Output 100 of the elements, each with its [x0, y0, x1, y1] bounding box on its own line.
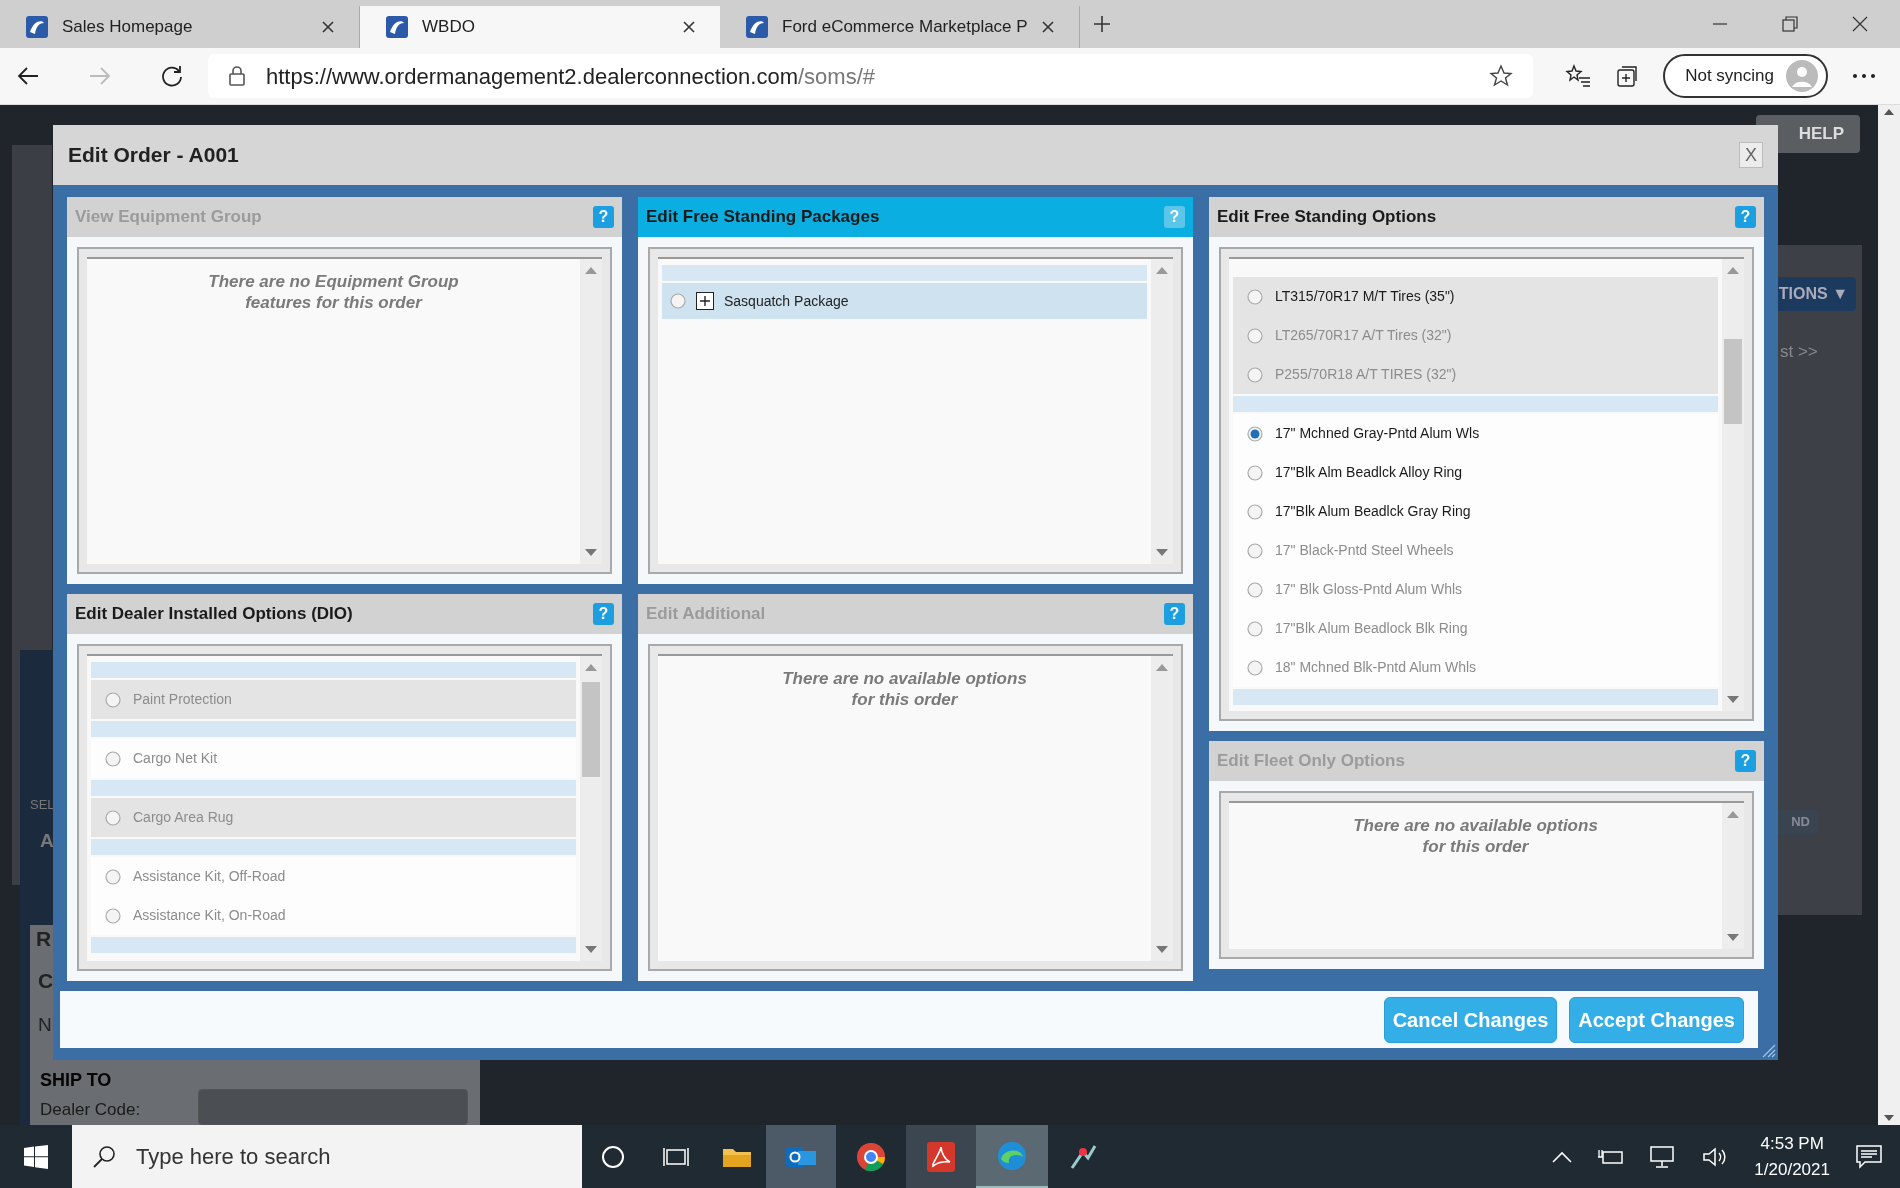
taskbar-app[interactable]: [976, 1125, 1048, 1188]
logo-icon: [744, 14, 770, 40]
option-label: 17"Blk Alum Beadlck Gray Ring: [1275, 502, 1471, 521]
chevron-up-icon[interactable]: [1552, 1150, 1573, 1163]
scrollbar[interactable]: [580, 656, 602, 961]
windows-icon[interactable]: [24, 1144, 48, 1169]
tab-title: Sales Homepage: [62, 16, 194, 39]
search-icon: [92, 1144, 116, 1169]
scrollbar[interactable]: [580, 259, 602, 564]
link-text[interactable]: st >>: [1780, 339, 1818, 365]
scrollbar[interactable]: [1151, 259, 1173, 564]
expand-icon[interactable]: [696, 292, 714, 310]
close-icon[interactable]: [1041, 20, 1055, 34]
label-text: SEL: [30, 796, 55, 814]
taskbar-app[interactable]: [906, 1125, 976, 1188]
scroll-down-icon[interactable]: [585, 946, 597, 953]
resize-grip-icon[interactable]: [1762, 1044, 1776, 1058]
battery-icon[interactable]: [1598, 1147, 1625, 1166]
option-row[interactable]: 17"Blk Alum Beadlck Gray Ring: [1233, 492, 1718, 531]
clock-time[interactable]: 4:53 PM: [1760, 1130, 1824, 1157]
option-label: P255/70R18 A/T TIRES (32"): [1275, 365, 1457, 384]
scroll-down-icon[interactable]: [1156, 549, 1168, 556]
dialog-title: Edit Order - A001: [68, 142, 239, 169]
more-icon[interactable]: [1852, 73, 1876, 79]
radio-button[interactable]: [1247, 425, 1263, 442]
page-scrollbar[interactable]: [1878, 105, 1900, 1125]
section-heading: SHIP TO: [40, 1069, 112, 1092]
scroll-down-icon[interactable]: [1884, 1115, 1894, 1121]
option-label: Assistance Kit, Off-Road: [133, 867, 286, 886]
option-row[interactable]: 17" Mchned Gray-Pntd Alum Wls: [1233, 414, 1718, 453]
panel-title: Edit Free Standing Options: [1217, 206, 1437, 229]
option-label: 18" Mchned Blk-Pntd Alum Whls: [1275, 658, 1477, 677]
scrollbar[interactable]: [1722, 259, 1744, 711]
empty-message: There are no available options for this order: [1352, 815, 1599, 857]
scroll-down-icon[interactable]: [1727, 696, 1739, 703]
browser-tab[interactable]: WBDO: [360, 6, 720, 48]
address-field[interactable]: https://www.ordermanagement2.dealerconnection.com/soms/#: [208, 54, 1534, 98]
option-label: Assistance Kit, On-Road: [133, 906, 286, 925]
dialog-button[interactable]: Cancel Changes: [1383, 996, 1558, 1043]
option-label: Cargo Area Rug: [133, 808, 234, 827]
option-label: 17" Black-Pntd Steel Wheels: [1275, 541, 1454, 560]
collections-icon[interactable]: [1615, 64, 1640, 88]
panel-title: Edit Free Standing Packages: [646, 206, 880, 229]
option-label: 17" Blk Gloss-Pntd Alum Whls: [1275, 580, 1463, 599]
package-row[interactable]: Sasquatch Package: [662, 283, 1147, 319]
browser-icon[interactable]: [856, 1141, 886, 1172]
label-text: A: [40, 829, 54, 853]
radio-button[interactable]: [670, 293, 686, 309]
help-icon[interactable]: ?: [1735, 206, 1756, 228]
option-label: 17"Blk Alum Beadlock Blk Ring: [1275, 619, 1468, 638]
close-icon[interactable]: [682, 20, 696, 34]
network-icon[interactable]: [1650, 1145, 1677, 1168]
scrollbar-thumb[interactable]: [1724, 339, 1742, 424]
field-label: Dealer Code:: [40, 1099, 141, 1121]
clock-date[interactable]: 1/20/2021: [1754, 1156, 1830, 1183]
dealer-code-field[interactable]: [198, 1089, 468, 1125]
panel-title: Edit Dealer Installed Options (DIO): [75, 603, 353, 626]
option-label: 17"Blk Alm Beadlck Alloy Ring: [1275, 463, 1463, 482]
scroll-down-icon[interactable]: [585, 549, 597, 556]
favorites-icon[interactable]: [1565, 64, 1592, 88]
option-row[interactable]: 17"Blk Alm Beadlck Alloy Ring: [1233, 453, 1718, 492]
radio-button[interactable]: [1247, 503, 1263, 520]
scroll-up-icon[interactable]: [1884, 109, 1894, 115]
tab-title: WBDO: [422, 16, 476, 39]
cortana-icon[interactable]: [601, 1144, 625, 1169]
scrollbar-thumb[interactable]: [582, 682, 600, 777]
refresh-icon[interactable]: [160, 64, 184, 88]
option-row[interactable]: LT315/70R17 M/T Tires (35"): [1233, 277, 1718, 316]
notification-icon[interactable]: [1856, 1144, 1882, 1169]
empty-message: There are no Equipment Group features for this order: [207, 271, 460, 313]
restore-icon[interactable]: [1782, 16, 1798, 32]
option-label: 17" Mchned Gray-Pntd Alum Wls: [1275, 424, 1480, 443]
scrollbar[interactable]: [1151, 656, 1173, 961]
help-icon[interactable]: ?: [1164, 206, 1185, 228]
option-label: Paint Protection: [133, 690, 232, 709]
plus-icon[interactable]: [1092, 14, 1112, 34]
label-text: R: [36, 926, 52, 952]
label-text: C: [38, 968, 54, 994]
scroll-down-icon[interactable]: [1156, 946, 1168, 953]
option-label: LT265/70R17 A/T Tires (32"): [1275, 326, 1452, 345]
avatar-icon: [1786, 60, 1818, 92]
close-icon[interactable]: [1852, 16, 1868, 32]
radio-button[interactable]: [1247, 288, 1263, 305]
close-icon[interactable]: [321, 20, 335, 34]
scrollbar[interactable]: [1722, 803, 1744, 949]
close-button[interactable]: X: [1739, 142, 1763, 168]
logo-icon: [24, 14, 50, 40]
radio-button[interactable]: [1247, 464, 1263, 481]
taskbar-app[interactable]: [766, 1125, 836, 1188]
option-label: LT315/70R17 M/T Tires (35"): [1275, 287, 1455, 306]
logo-icon: [384, 14, 410, 40]
empty-message: There are no available options for this order: [781, 668, 1028, 710]
help-icon[interactable]: ?: [593, 603, 614, 625]
lock-icon: [228, 65, 246, 87]
star-icon[interactable]: [1489, 64, 1514, 88]
scroll-down-icon[interactable]: [1727, 934, 1739, 941]
dialog-button[interactable]: Accept Changes: [1569, 996, 1744, 1043]
sync-button[interactable]: Not syncing: [1663, 54, 1828, 98]
package-label: Sasquatch Package: [724, 291, 849, 311]
browser-icon: [997, 1140, 1027, 1171]
